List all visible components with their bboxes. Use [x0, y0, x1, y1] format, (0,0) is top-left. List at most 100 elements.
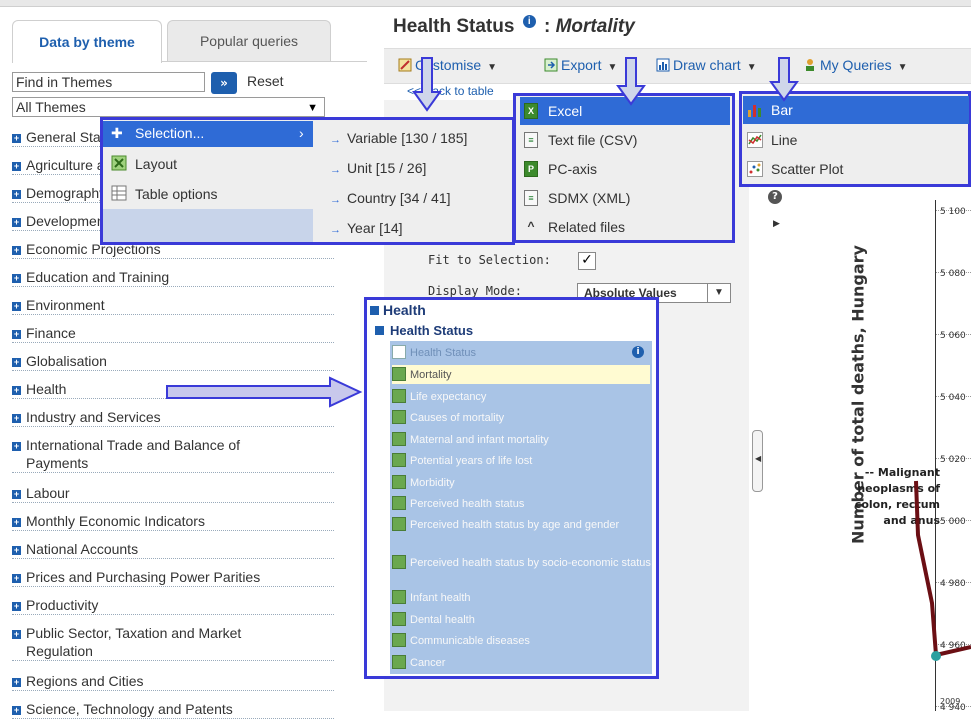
tree-node-health[interactable]: Health [370, 302, 426, 318]
submenu-item-year[interactable]: → Year [14] [330, 220, 403, 236]
export-button[interactable]: Export ▼ [544, 57, 617, 73]
theme-item[interactable]: + Productivity [12, 596, 334, 615]
submenu-item-country[interactable]: → Country [34 / 41] [330, 190, 451, 206]
menu-item-layout[interactable]: Layout [103, 151, 313, 177]
search-go-button[interactable]: » [211, 72, 237, 94]
tree-item-label: Perceived health status [410, 498, 525, 510]
expand-plus-icon: + [12, 413, 21, 423]
theme-item[interactable]: + Public Sector, Taxation and Market Regul… [12, 624, 334, 661]
theme-item[interactable]: + International Trade and Balance of Payme… [12, 436, 334, 473]
theme-item[interactable]: + Finance [12, 324, 334, 343]
expand-plus-icon: + [12, 273, 21, 283]
tree-item[interactable]: Causes of mortality [392, 410, 650, 424]
tree-item[interactable]: Potential years of life lost [392, 453, 650, 467]
theme-item[interactable]: + National Accounts [12, 540, 334, 559]
theme-item[interactable]: + Industry and Services [12, 408, 334, 427]
dataset-icon [392, 389, 406, 403]
customise-button[interactable]: Customise ▼ [398, 57, 497, 73]
export-item-pc-axis[interactable]: P PC-axis [520, 155, 730, 183]
chart-type-scatter[interactable]: Scatter Plot [743, 155, 969, 183]
menu-item-table-options[interactable]: Table options [103, 181, 313, 207]
submenu-label: Country [34 / 41] [347, 190, 451, 206]
theme-label: Industry and Services [26, 409, 161, 425]
theme-item[interactable]: + Environment [12, 296, 334, 315]
theme-label: Globalisation [26, 353, 107, 369]
my-queries-label: My Queries [820, 57, 892, 73]
dataset-icon [392, 453, 406, 467]
tree-item[interactable]: Life expectancy [392, 389, 650, 403]
title-text: Health Status [393, 16, 515, 37]
export-item-label: Excel [548, 103, 583, 119]
tree-item-label: Dental health [410, 614, 475, 626]
theme-item[interactable]: + Monthly Economic Indicators [12, 512, 334, 531]
tab-data-by-theme[interactable]: Data by theme [12, 20, 162, 63]
title-separator: : [543, 16, 551, 37]
theme-item[interactable]: + Globalisation [12, 352, 334, 371]
fit-to-selection-checkbox[interactable]: ✓ [578, 252, 596, 270]
theme-label: Development [26, 213, 109, 229]
table-options-icon [111, 185, 127, 201]
title-subtitle: Mortality [555, 16, 635, 37]
draw-chart-button[interactable]: Draw chart ▼ [656, 57, 757, 73]
theme-item[interactable]: + Labour [12, 484, 334, 503]
back-to-table-link[interactable]: << Back to table [407, 84, 494, 98]
fit-to-selection-label: Fit to Selection: [428, 253, 551, 267]
reset-button[interactable]: Reset [247, 73, 284, 89]
chart-icon [656, 58, 670, 72]
expand-plus-icon: + [12, 385, 21, 395]
find-in-themes-input[interactable]: Find in Themes [12, 72, 205, 92]
tree-item[interactable]: Cancer [392, 655, 650, 669]
export-item-csv[interactable]: ≡ Text file (CSV) [520, 126, 730, 154]
layout-icon [111, 155, 127, 171]
panel-splitter[interactable]: ◀ [752, 430, 763, 492]
tree-item[interactable]: Perceived health status by socio-economi… [392, 555, 668, 569]
series-line [914, 480, 938, 656]
tree-item[interactable]: Maternal and infant mortality [392, 432, 650, 446]
theme-label: Health [26, 381, 67, 397]
info-icon[interactable]: i [522, 15, 536, 28]
submenu-label: Year [14] [347, 220, 403, 236]
pc-axis-icon: P [524, 161, 538, 177]
tree-item[interactable]: Perceived health status by age and gende… [392, 517, 668, 531]
tree-item[interactable]: Health Status [392, 345, 650, 361]
expand-plus-icon: + [12, 601, 21, 611]
excel-icon: X [524, 103, 538, 119]
theme-item-health[interactable]: + Health [12, 380, 334, 399]
tree-item[interactable]: Infant health [392, 590, 650, 604]
tree-item[interactable]: Morbidity [392, 475, 650, 489]
theme-label: Productivity [26, 597, 99, 613]
tree-item[interactable]: Communicable diseases [392, 633, 650, 647]
themes-select[interactable]: All Themes ▼ [12, 97, 325, 117]
export-item-label: SDMX (XML) [548, 190, 631, 206]
chart-type-bar[interactable]: Bar [743, 96, 969, 124]
export-item-sdmx[interactable]: ≡ SDMX (XML) [520, 184, 730, 212]
theme-item[interactable]: + Regions and Cities [12, 672, 334, 691]
tree-item-selected[interactable]: Mortality [392, 365, 650, 384]
expand-plus-icon: + [12, 629, 21, 639]
export-item-label: Related files [548, 219, 626, 235]
tree-item[interactable]: Perceived health status [392, 496, 650, 510]
theme-item[interactable]: + Science, Technology and Patents [12, 700, 334, 719]
export-item-related-files[interactable]: ^ Related files [520, 213, 730, 241]
expand-plus-icon: + [12, 517, 21, 527]
export-item-excel[interactable]: X Excel [520, 97, 730, 125]
tree-item-label: Morbidity [410, 477, 455, 489]
menu-item-selection[interactable]: ✚ Selection... › [103, 121, 313, 147]
tree-item[interactable]: Dental health [392, 612, 650, 626]
data-point[interactable] [931, 651, 941, 661]
chart-type-line[interactable]: Line [743, 126, 969, 154]
arrow-right-icon: → [330, 134, 341, 146]
dataset-icon [392, 590, 406, 604]
tree-node-health-status[interactable]: Health Status [375, 323, 473, 338]
my-queries-button[interactable]: My Queries ▼ [803, 57, 907, 73]
series-line [935, 645, 971, 657]
theme-label: Prices and Purchasing Power Parities [26, 569, 261, 585]
chart-series-svg [914, 480, 971, 661]
tab-popular-queries[interactable]: Popular queries [167, 20, 331, 61]
submenu-item-variable[interactable]: → Variable [130 / 185] [330, 130, 467, 146]
submenu-item-unit[interactable]: → Unit [15 / 26] [330, 160, 426, 176]
dataset-icon [392, 517, 406, 531]
theme-item[interactable]: + Education and Training [12, 268, 334, 287]
tree-subheader-label: Health Status [390, 323, 474, 338]
theme-item[interactable]: + Prices and Purchasing Power Parities [12, 568, 334, 587]
